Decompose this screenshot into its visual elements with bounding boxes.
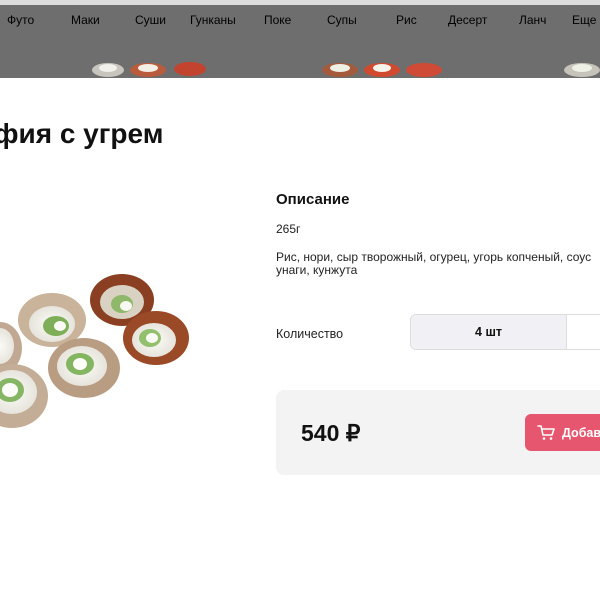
product-title: фия с угрем — [0, 118, 164, 149]
nav-item-dessert[interactable]: Десерт — [448, 13, 487, 27]
nav-item-sushi[interactable]: Суши — [135, 13, 166, 27]
product-ingredients: Рис, нори, сыр творожный, огурец, угорь … — [276, 250, 592, 277]
quantity-option-selected[interactable]: 4 шт — [411, 315, 567, 349]
nav-item-futo[interactable]: Футо — [7, 13, 34, 27]
nav-item-soups[interactable]: Супы — [327, 13, 357, 27]
product-weight: 265г — [276, 222, 301, 236]
category-header: Футо Маки Суши Гунканы Поке Супы Рис Дес… — [0, 0, 600, 78]
quantity-label: Количество — [276, 327, 344, 341]
banner-sushi-image — [564, 63, 600, 77]
product-price: 540 ₽ — [301, 420, 361, 446]
quantity-selector: 4 шт — [410, 314, 600, 350]
cart-icon — [537, 425, 555, 440]
nav-item-poke[interactable]: Поке — [264, 13, 291, 27]
nav-item-maki[interactable]: Маки — [71, 13, 100, 27]
nav-item-rice[interactable]: Рис — [396, 13, 417, 27]
add-to-cart-label: Добавить — [562, 425, 600, 440]
banner-sushi-image — [92, 62, 206, 77]
price-card: 540 ₽ Добавить — [276, 390, 600, 475]
product-image — [0, 274, 189, 428]
nav-item-gunkany[interactable]: Гунканы — [190, 13, 236, 27]
nav-item-lunch[interactable]: Ланч — [519, 13, 546, 27]
banner-sushi-image — [322, 63, 442, 77]
description-heading: Описание — [276, 191, 350, 208]
browser-strip — [0, 0, 600, 5]
nav-item-more[interactable]: Еще — [572, 13, 596, 27]
add-to-cart-button[interactable]: Добавить — [525, 414, 600, 451]
category-nav: Футо Маки Суши Гунканы Поке Супы Рис Дес… — [0, 13, 600, 31]
